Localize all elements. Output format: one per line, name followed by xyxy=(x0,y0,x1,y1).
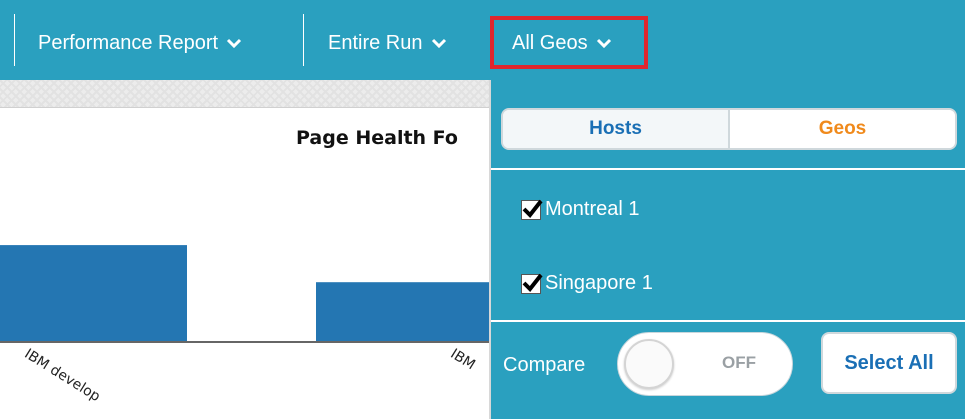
tab-hosts[interactable]: Hosts xyxy=(503,110,730,148)
entire-run-label: Entire Run xyxy=(328,32,423,54)
performance-report-dropdown[interactable]: Performance Report xyxy=(38,30,242,56)
toolbar-divider xyxy=(303,14,304,66)
compare-label: Compare xyxy=(503,354,586,376)
toggle-state-text: OFF xyxy=(722,353,756,372)
geo-label: Montreal 1 xyxy=(545,198,640,220)
hosts-geos-toggle: Hosts Geos xyxy=(501,108,957,150)
bar xyxy=(0,245,187,341)
chevron-down-icon xyxy=(226,38,242,48)
select-all-button[interactable]: Select All xyxy=(821,332,957,394)
bar xyxy=(316,282,490,341)
tab-geos[interactable]: Geos xyxy=(730,110,955,148)
chevron-down-icon xyxy=(431,38,447,48)
top-toolbar: Performance Report Entire Run All Geos xyxy=(0,0,965,80)
geo-option-singapore[interactable]: Singapore 1 xyxy=(521,272,653,295)
geo-label: Singapore 1 xyxy=(545,272,653,294)
checkbox-checked-icon[interactable] xyxy=(521,199,543,220)
panel-divider xyxy=(491,168,965,170)
performance-report-label: Performance Report xyxy=(38,32,219,54)
geos-dropdown-panel: Hosts Geos Montreal 1 Singapore 1 Compar… xyxy=(489,80,965,419)
checkbox-checked-icon[interactable] xyxy=(521,273,543,294)
toolbar-divider xyxy=(14,14,15,66)
highlight-box xyxy=(490,16,648,69)
entire-run-dropdown[interactable]: Entire Run xyxy=(328,30,447,56)
panel-divider xyxy=(491,320,965,322)
hatch-strip xyxy=(0,80,490,108)
compare-toggle[interactable]: OFF xyxy=(617,332,793,396)
toggle-knob[interactable] xyxy=(624,339,674,389)
geo-option-montreal[interactable]: Montreal 1 xyxy=(521,198,640,221)
